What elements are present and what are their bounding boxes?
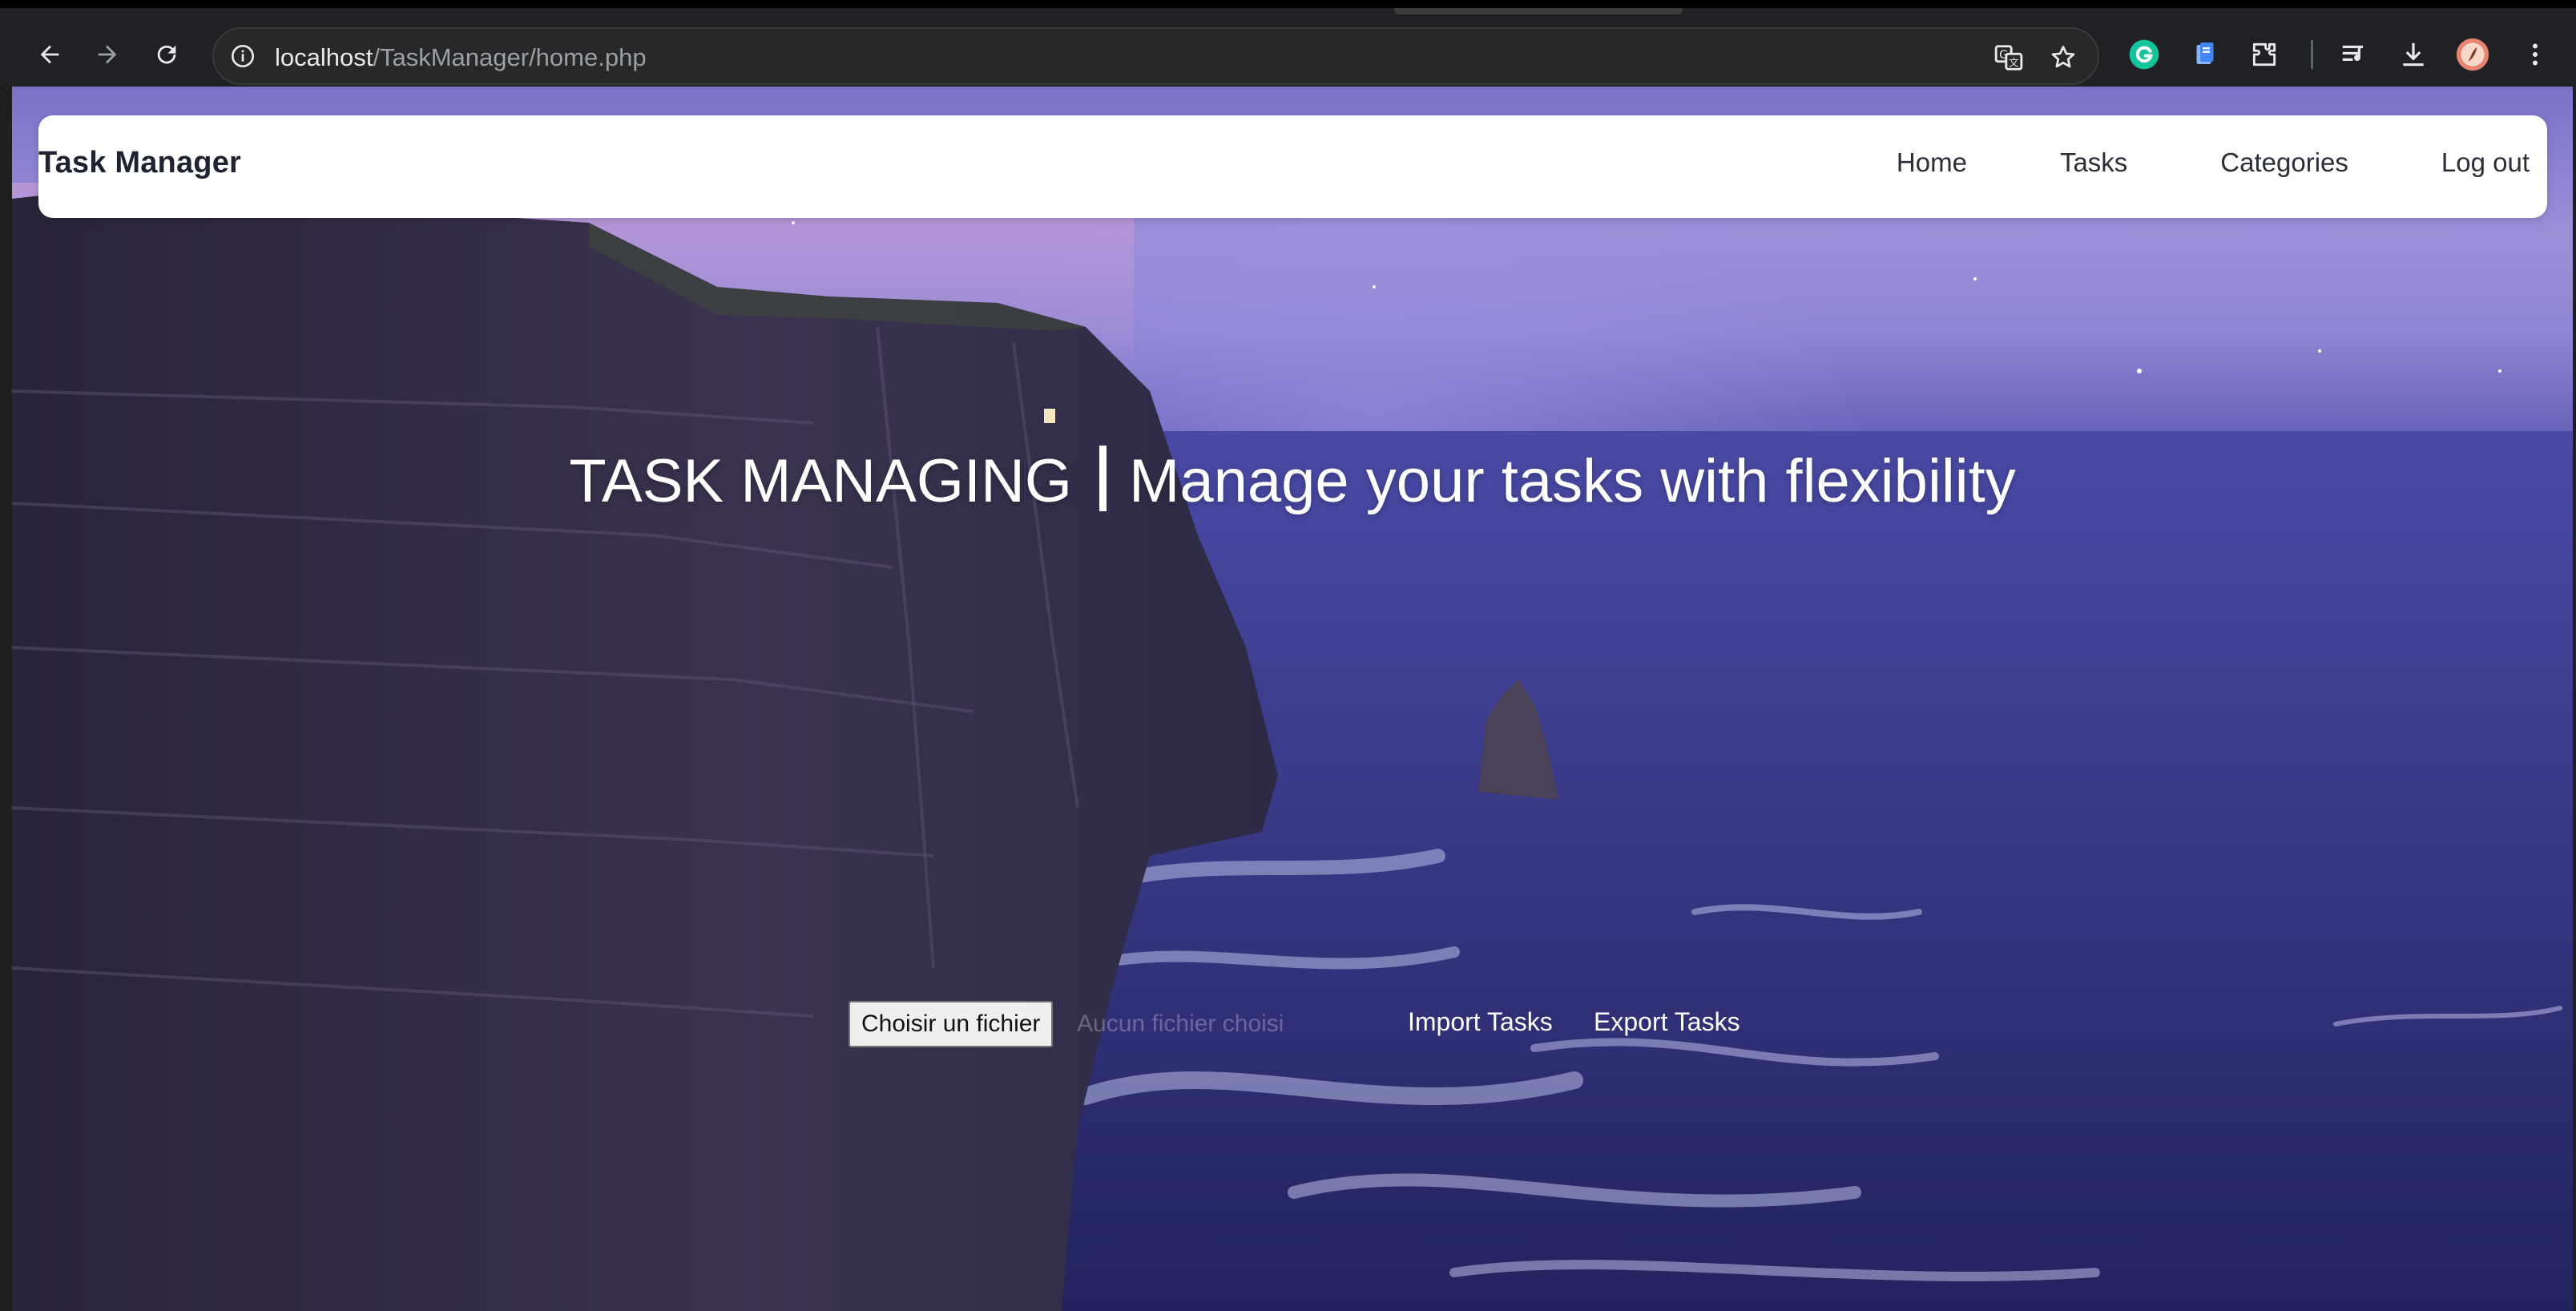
page-viewport: Task Manager Home Tasks Categories Log o… [12, 87, 2573, 1311]
nav-categories-link[interactable]: Categories [2220, 147, 2348, 178]
hero-title-right: Manage your tasks with flexibility [1129, 447, 2016, 515]
translate-icon[interactable]: G文 [1991, 40, 2026, 75]
tab-strip-edge [1394, 8, 1683, 14]
nav-links: Home Tasks Categories Log out [1804, 147, 2530, 178]
browser-toolbar: localhost/TaskManager/home.php G文 [0, 0, 2576, 87]
reload-icon[interactable] [141, 29, 192, 80]
extensions-puzzle-icon[interactable] [2243, 34, 2285, 75]
address-bar[interactable]: localhost/TaskManager/home.php G文 [212, 27, 2099, 85]
svg-text:文: 文 [2009, 56, 2019, 68]
toolbar-separator [2311, 40, 2313, 69]
background-landscape-image [12, 127, 2573, 1311]
hero-title: TASK MANAGING Manage your tasks with flex… [12, 446, 2573, 516]
forward-icon[interactable] [82, 29, 133, 80]
back-icon[interactable] [24, 29, 75, 80]
download-icon[interactable] [2393, 34, 2434, 75]
grammarly-icon[interactable] [2123, 34, 2165, 75]
bookmark-star-icon[interactable] [2046, 40, 2081, 75]
site-navbar: Task Manager Home Tasks Categories Log o… [38, 115, 2547, 218]
choose-file-button[interactable]: Choisir un fichier [849, 1001, 1054, 1047]
nav-logout-link[interactable]: Log out [2441, 147, 2530, 178]
hero-divider [1099, 446, 1107, 511]
hero-title-left: TASK MANAGING [569, 447, 1073, 515]
profile-avatar[interactable] [2452, 34, 2493, 75]
site-info-icon[interactable] [228, 42, 257, 71]
url-host: localhost [275, 43, 373, 71]
import-tasks-button[interactable]: Import Tasks [1408, 1007, 1553, 1037]
export-tasks-button[interactable]: Export Tasks [1594, 1007, 1740, 1037]
site-brand[interactable]: Task Manager [38, 146, 241, 180]
url-path: /TaskManager/home.php [373, 43, 647, 71]
reading-list-icon[interactable] [2333, 34, 2375, 75]
file-status-text: Aucun fichier choisi [1077, 1010, 1284, 1037]
url-text[interactable]: localhost/TaskManager/home.php [275, 43, 647, 72]
menu-kebab-icon[interactable] [2514, 34, 2556, 75]
extension-doc-icon[interactable] [2184, 34, 2226, 75]
nav-tasks-link[interactable]: Tasks [2060, 147, 2127, 178]
nav-home-link[interactable]: Home [1897, 147, 1967, 178]
